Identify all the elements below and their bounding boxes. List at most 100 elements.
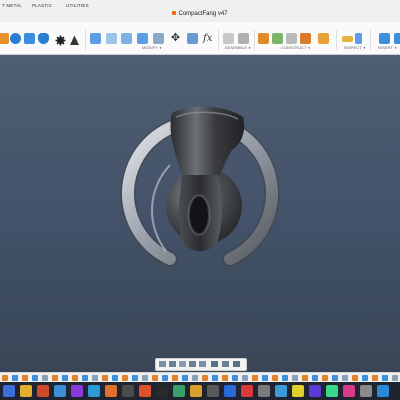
interference-icon[interactable] bbox=[355, 33, 362, 44]
timeline-feature[interactable] bbox=[52, 375, 58, 381]
timeline-feature[interactable] bbox=[272, 375, 278, 381]
timeline-feature[interactable] bbox=[282, 375, 288, 381]
timeline-feature[interactable] bbox=[112, 375, 118, 381]
timeline-feature[interactable] bbox=[252, 375, 258, 381]
timeline-feature[interactable] bbox=[62, 375, 68, 381]
press-pull-icon[interactable] bbox=[90, 33, 101, 44]
axis-icon[interactable] bbox=[286, 33, 297, 44]
app-icon[interactable] bbox=[360, 385, 372, 397]
plane-at-angle-icon[interactable] bbox=[272, 33, 283, 44]
timeline-feature[interactable] bbox=[132, 375, 138, 381]
app-icon[interactable] bbox=[241, 385, 253, 397]
joint-icon[interactable] bbox=[238, 33, 249, 44]
new-component-icon[interactable] bbox=[223, 33, 234, 44]
timeline-feature[interactable] bbox=[22, 375, 28, 381]
timeline-feature[interactable] bbox=[332, 375, 338, 381]
extrude-icon[interactable] bbox=[0, 33, 9, 44]
offset-plane-icon[interactable] bbox=[258, 33, 269, 44]
box-icon[interactable] bbox=[24, 33, 35, 44]
office-icon[interactable] bbox=[139, 385, 151, 397]
timeline-feature[interactable] bbox=[172, 375, 178, 381]
3d-viewport[interactable] bbox=[0, 55, 400, 360]
app-icon[interactable] bbox=[343, 385, 355, 397]
formula-icon[interactable]: fx bbox=[203, 33, 214, 44]
gear-icon[interactable] bbox=[55, 33, 66, 46]
timeline-feature[interactable] bbox=[122, 375, 128, 381]
look-at-icon[interactable] bbox=[169, 361, 176, 367]
split-icon[interactable] bbox=[153, 33, 164, 44]
vscode-icon[interactable] bbox=[88, 385, 100, 397]
app-icon[interactable] bbox=[275, 385, 287, 397]
insert-menu[interactable]: INSERT▼ bbox=[378, 46, 397, 50]
app-icon[interactable] bbox=[292, 385, 304, 397]
tab-plastic[interactable]: PLASTIC bbox=[32, 3, 52, 8]
app-icon[interactable] bbox=[377, 385, 389, 397]
point-icon[interactable] bbox=[300, 33, 311, 44]
construct-menu[interactable]: CONSTRUCT▼ bbox=[281, 46, 311, 50]
insert-image-icon[interactable] bbox=[379, 33, 390, 44]
timeline-feature[interactable] bbox=[152, 375, 158, 381]
timeline-feature[interactable] bbox=[342, 375, 348, 381]
app-icon[interactable] bbox=[309, 385, 321, 397]
inspect-menu[interactable]: INSPECT▼ bbox=[344, 46, 366, 50]
align-icon[interactable] bbox=[187, 33, 198, 44]
timeline-feature[interactable] bbox=[382, 375, 388, 381]
visual-studio-icon[interactable] bbox=[71, 385, 83, 397]
insert-mesh-icon[interactable] bbox=[394, 33, 400, 44]
app-icon[interactable] bbox=[258, 385, 270, 397]
file-explorer-icon[interactable] bbox=[20, 385, 32, 397]
timeline-feature[interactable] bbox=[362, 375, 368, 381]
app-icon[interactable] bbox=[326, 385, 338, 397]
timeline-feature[interactable] bbox=[182, 375, 188, 381]
timeline-feature[interactable] bbox=[42, 375, 48, 381]
timeline-feature[interactable] bbox=[2, 375, 8, 381]
timeline-feature[interactable] bbox=[302, 375, 308, 381]
timeline-feature[interactable] bbox=[262, 375, 268, 381]
display-settings-icon[interactable] bbox=[211, 361, 218, 367]
app-icon[interactable] bbox=[156, 385, 168, 397]
timeline-feature[interactable] bbox=[312, 375, 318, 381]
fillet-icon[interactable] bbox=[106, 33, 117, 44]
chastity-device-model[interactable] bbox=[0, 55, 400, 360]
tab-utilities[interactable]: UTILITIES bbox=[66, 3, 89, 8]
viewports-icon[interactable] bbox=[233, 361, 240, 367]
timeline-feature[interactable] bbox=[162, 375, 168, 381]
timeline-feature[interactable] bbox=[232, 375, 238, 381]
cone-icon[interactable] bbox=[69, 33, 80, 45]
browser-icon[interactable] bbox=[37, 385, 49, 397]
app-icon[interactable] bbox=[173, 385, 185, 397]
start-icon[interactable] bbox=[3, 385, 15, 397]
timeline-feature[interactable] bbox=[32, 375, 38, 381]
zoom-icon[interactable] bbox=[189, 361, 196, 367]
midplane-icon[interactable] bbox=[318, 33, 329, 44]
assemble-menu[interactable]: ASSEMBLE▼ bbox=[225, 46, 251, 50]
fusion-360-icon[interactable] bbox=[105, 385, 117, 397]
terminal-icon[interactable] bbox=[122, 385, 134, 397]
modify-menu[interactable]: MODIFY▼ bbox=[142, 46, 162, 50]
timeline-feature[interactable] bbox=[352, 375, 358, 381]
shell-icon[interactable] bbox=[137, 33, 148, 44]
app-icon[interactable] bbox=[190, 385, 202, 397]
timeline-feature[interactable] bbox=[72, 375, 78, 381]
timeline-feature[interactable] bbox=[82, 375, 88, 381]
measure-icon[interactable] bbox=[342, 36, 353, 42]
timeline-feature[interactable] bbox=[102, 375, 108, 381]
timeline-feature[interactable] bbox=[242, 375, 248, 381]
timeline-feature[interactable] bbox=[192, 375, 198, 381]
chamfer-icon[interactable] bbox=[121, 33, 132, 44]
timeline-feature[interactable] bbox=[322, 375, 328, 381]
timeline-feature[interactable] bbox=[222, 375, 228, 381]
timeline-feature[interactable] bbox=[212, 375, 218, 381]
timeline-feature[interactable] bbox=[92, 375, 98, 381]
pan-icon[interactable] bbox=[179, 361, 186, 367]
move-icon[interactable]: ✥ bbox=[170, 33, 181, 44]
tab-sheet-metal[interactable]: T METAL bbox=[2, 3, 22, 8]
fit-icon[interactable] bbox=[199, 361, 206, 367]
timeline-feature[interactable] bbox=[202, 375, 208, 381]
timeline-feature[interactable] bbox=[292, 375, 298, 381]
edge-icon[interactable] bbox=[54, 385, 66, 397]
timeline-feature[interactable] bbox=[12, 375, 18, 381]
timeline-feature[interactable] bbox=[142, 375, 148, 381]
cylinder-icon[interactable] bbox=[38, 33, 49, 44]
timeline-feature[interactable] bbox=[372, 375, 378, 381]
